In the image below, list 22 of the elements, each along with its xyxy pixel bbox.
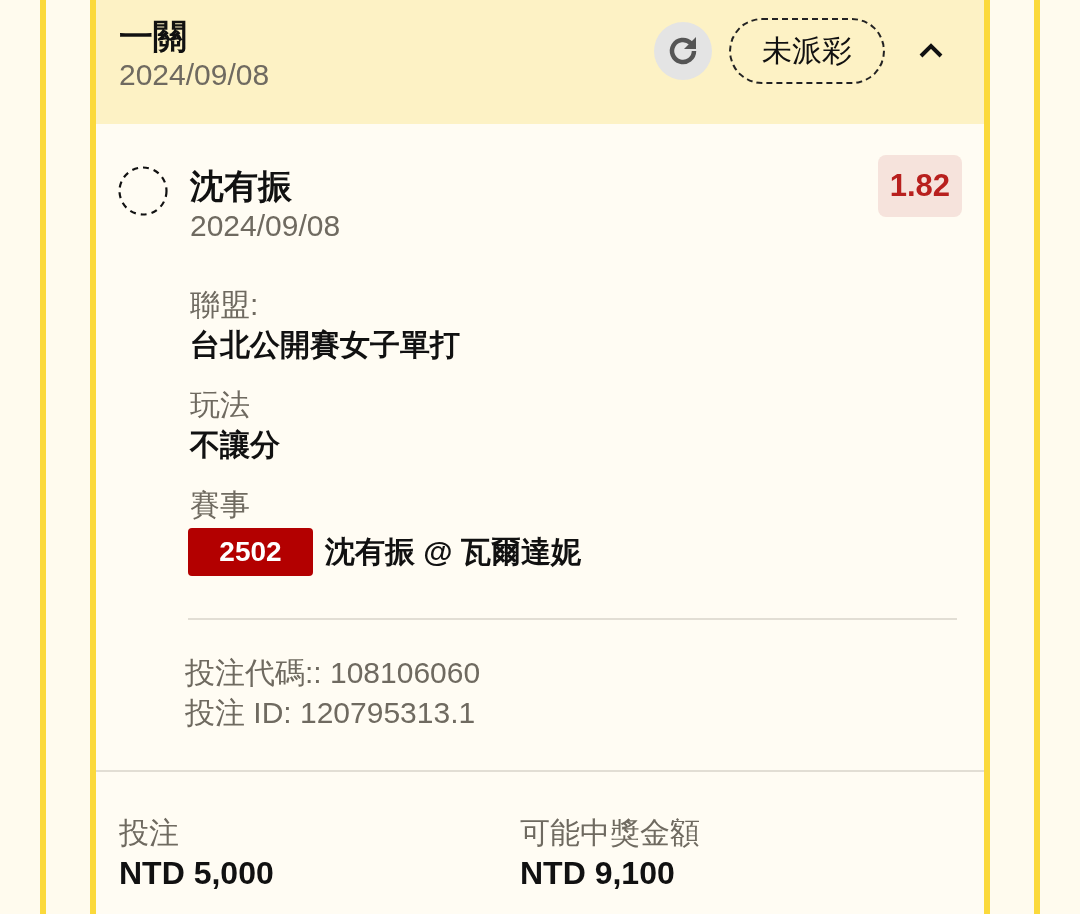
detail-label: 聯盟:: [190, 287, 260, 323]
detail-value: 不讓分: [190, 427, 281, 463]
odds-badge: 1.82: [877, 155, 962, 217]
caret-up-icon: [918, 43, 944, 59]
detail-value: 台北公開賽女子單打: [190, 327, 461, 363]
event-teams: 沈有振 @ 瓦爾達妮: [325, 534, 581, 570]
selection-date: 2024/09/08: [190, 208, 342, 244]
summary-label: 可能中獎金額: [520, 815, 701, 851]
detail-label: 玩法: [190, 387, 251, 423]
bet-code: 投注 ID: 120795313.1: [185, 695, 477, 731]
selection-name: 沈有振: [190, 166, 293, 207]
dashed-circle-icon: [118, 166, 168, 216]
summary-label: 投注: [119, 815, 180, 851]
status-badge: 未派彩: [729, 18, 885, 84]
bet-title: 一關: [119, 16, 188, 56]
bet-date: 2024/09/08: [119, 57, 270, 93]
event-number-badge: 2502: [188, 528, 313, 576]
summary-amount: NTD 9,100: [520, 854, 676, 893]
detail-label: 賽事: [190, 487, 251, 523]
collapse-button[interactable]: [918, 43, 944, 59]
bet-code: 投注代碼:: 108106060: [185, 655, 482, 691]
summary-amount: NTD 5,000: [119, 854, 275, 893]
